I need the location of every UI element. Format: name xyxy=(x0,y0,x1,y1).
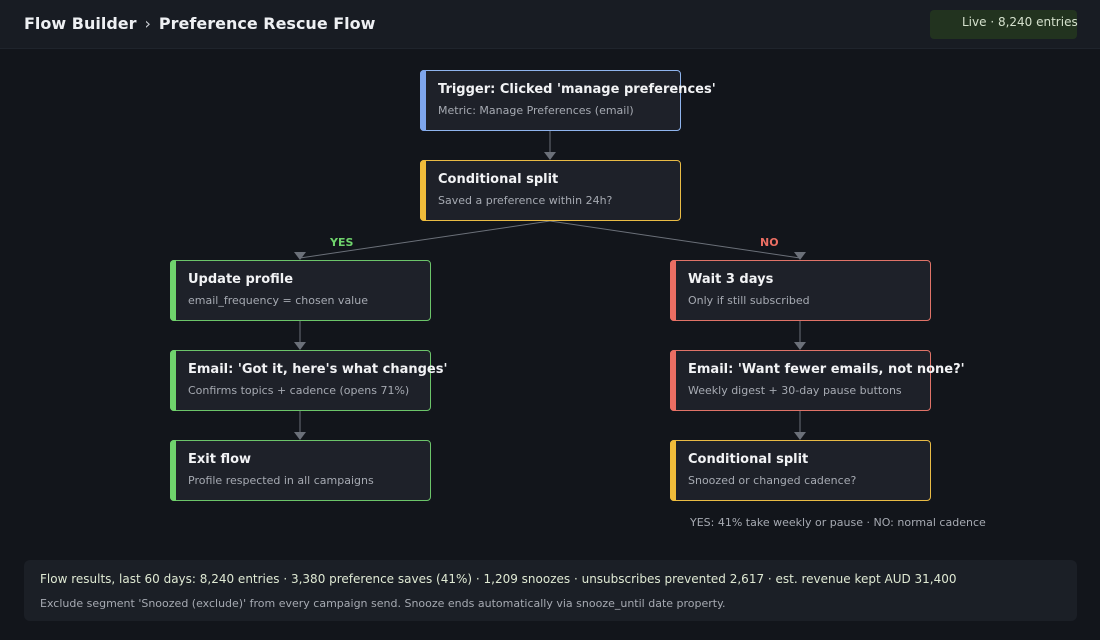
node-title: Email: 'Got it, here's what changes' xyxy=(188,362,448,377)
node-subtitle: Profile respected in all campaigns xyxy=(188,474,374,487)
node-subtitle: email_frequency = chosen value xyxy=(188,294,368,307)
node-accent-bar xyxy=(420,160,426,221)
node-subtitle: Confirms topics + cadence (opens 71%) xyxy=(188,384,410,397)
arrowhead xyxy=(544,152,556,160)
node-subtitle: Weekly digest + 30-day pause buttons xyxy=(688,384,902,397)
node-subtitle: Snoozed or changed cadence? xyxy=(688,474,857,487)
node-accent-bar xyxy=(670,260,676,321)
trigger-node[interactable]: Trigger: Clicked 'manage preferences' Me… xyxy=(420,70,716,131)
node-title: Email: 'Want fewer emails, not none?' xyxy=(688,362,965,377)
arrowhead xyxy=(794,432,806,440)
node-title: Wait 3 days xyxy=(688,272,774,287)
second-conditional-split-node[interactable]: Conditional split Snoozed or changed cad… xyxy=(670,440,931,501)
node-title: Conditional split xyxy=(688,452,809,467)
flow-results-panel: Flow results, last 60 days: 8,240 entrie… xyxy=(24,560,1077,621)
node-title: Exit flow xyxy=(188,452,252,467)
exit-flow-node[interactable]: Exit flow Profile respected in all campa… xyxy=(170,440,431,501)
conditional-split-node[interactable]: Conditional split Saved a preference wit… xyxy=(420,160,681,221)
arrowhead xyxy=(794,252,806,260)
arrowhead xyxy=(294,432,306,440)
node-accent-bar xyxy=(170,260,176,321)
node-title: Update profile xyxy=(188,272,294,287)
yes-branch-label: YES xyxy=(330,236,354,249)
node-subtitle: Only if still subscribed xyxy=(688,294,810,307)
node-subtitle: Saved a preference within 24h? xyxy=(438,194,613,207)
node-accent-bar xyxy=(420,70,426,131)
node-subtitle: Metric: Manage Preferences (email) xyxy=(438,104,634,117)
node-accent-bar xyxy=(670,440,676,501)
node-title: Conditional split xyxy=(438,172,559,187)
node-accent-bar xyxy=(170,350,176,411)
arrowhead xyxy=(294,342,306,350)
email-confirmation-node[interactable]: Email: 'Got it, here's what changes' Con… xyxy=(170,350,447,411)
node-accent-bar xyxy=(670,350,676,411)
node-title: Trigger: Clicked 'manage preferences' xyxy=(438,82,716,97)
flow-results-stats: Flow results, last 60 days: 8,240 entrie… xyxy=(40,572,957,586)
update-profile-node[interactable]: Update profile email_frequency = chosen … xyxy=(170,260,431,321)
flow-results-hint: Exclude segment 'Snoozed (exclude)' from… xyxy=(40,597,726,610)
wait-node[interactable]: Wait 3 days Only if still subscribed xyxy=(670,260,931,321)
email-fewer-node[interactable]: Email: 'Want fewer emails, not none?' We… xyxy=(670,350,965,411)
split-outcome-note: YES: 41% take weekly or pause · NO: norm… xyxy=(690,516,986,529)
no-branch-label: NO xyxy=(760,236,779,249)
arrowhead xyxy=(794,342,806,350)
arrowhead xyxy=(294,252,306,260)
node-accent-bar xyxy=(170,440,176,501)
